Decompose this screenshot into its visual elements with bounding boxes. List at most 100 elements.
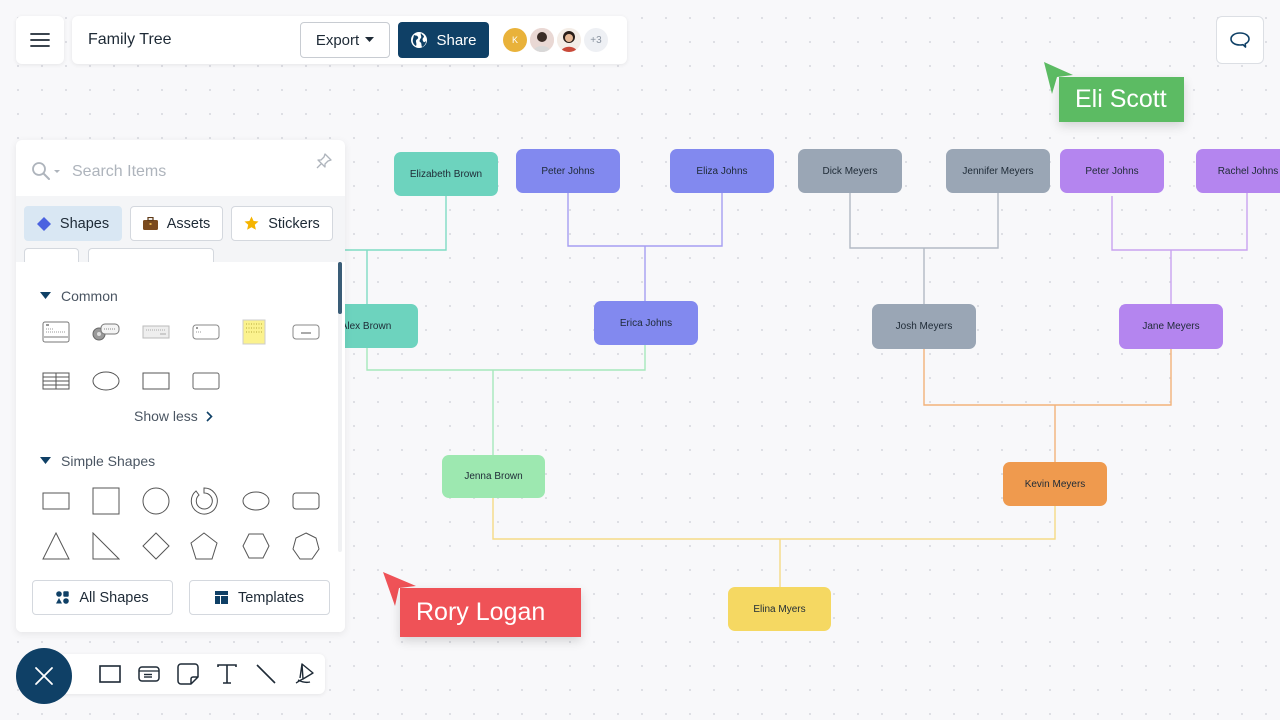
shape-donut[interactable] bbox=[184, 485, 224, 517]
node-josh-meyers[interactable]: Josh Meyers bbox=[872, 304, 976, 349]
shape-pentagon[interactable] bbox=[184, 530, 224, 562]
sticky-note-icon bbox=[177, 663, 199, 685]
shape-rounded-rectangle[interactable] bbox=[186, 365, 226, 397]
close-tools-button[interactable] bbox=[16, 648, 72, 704]
cursor-label-rory-logan: Rory Logan bbox=[400, 588, 581, 637]
close-icon bbox=[35, 667, 53, 685]
top-bar: Family Tree Export Share K +3 bbox=[72, 16, 627, 64]
avatar-collaborator-2[interactable] bbox=[530, 28, 554, 52]
shape-triangle[interactable] bbox=[36, 530, 76, 562]
connector-johns2-jane[interactable] bbox=[1111, 193, 1248, 304]
shape-table[interactable] bbox=[36, 365, 76, 397]
export-button[interactable]: Export bbox=[300, 22, 390, 58]
node-eliza-johns[interactable]: Eliza Johns bbox=[670, 149, 774, 193]
scrollbar-thumb[interactable] bbox=[338, 262, 342, 314]
shape-sticky-note[interactable] bbox=[234, 316, 274, 348]
comment-button[interactable] bbox=[1216, 16, 1264, 64]
shape-diamond[interactable] bbox=[136, 530, 176, 562]
cursor-label-eli-scott: Eli Scott bbox=[1059, 77, 1184, 122]
caret-down-icon bbox=[40, 292, 51, 299]
export-label: Export bbox=[315, 31, 360, 49]
node-kevin-meyers[interactable]: Kevin Meyers bbox=[1003, 462, 1107, 506]
connector-elizabeth-alex[interactable] bbox=[340, 196, 447, 304]
section-simple-shapes-header[interactable]: Simple Shapes bbox=[40, 453, 155, 469]
avatar-collaborator-3[interactable] bbox=[557, 28, 581, 52]
node-jennifer-meyers[interactable]: Jennifer Meyers bbox=[946, 149, 1050, 193]
comment-icon bbox=[1230, 32, 1250, 48]
panel-body: Common Show less Simple Shapes bbox=[16, 262, 345, 632]
shape-button[interactable] bbox=[286, 316, 326, 348]
all-shapes-label: All Shapes bbox=[79, 589, 149, 606]
shapes-panel: Shapes Assets Stickers Common bbox=[16, 140, 345, 632]
node-dick-meyers[interactable]: Dick Meyers bbox=[798, 149, 902, 193]
search-icon[interactable] bbox=[31, 161, 63, 186]
tab-assets[interactable]: Assets bbox=[130, 206, 223, 241]
hamburger-icon bbox=[30, 33, 50, 47]
section-simple-shapes-title: Simple Shapes bbox=[61, 453, 156, 469]
connector-johns-erica[interactable] bbox=[567, 193, 723, 301]
node-elizabeth-brown[interactable]: Elizabeth Brown bbox=[394, 152, 498, 196]
tab-assets-label: Assets bbox=[166, 215, 211, 232]
more-collaborators-badge[interactable]: +3 bbox=[584, 28, 608, 52]
connector-meyers-josh[interactable] bbox=[849, 193, 999, 304]
section-common-header[interactable]: Common bbox=[40, 288, 118, 304]
shape-square[interactable] bbox=[86, 485, 126, 517]
shape-callout[interactable] bbox=[86, 316, 126, 348]
menu-button[interactable] bbox=[16, 16, 64, 64]
card-tool[interactable] bbox=[129, 654, 168, 694]
chevron-right-icon bbox=[206, 410, 213, 422]
connector-josh-jane-kevin[interactable] bbox=[923, 349, 1172, 462]
quick-tools-toolbar bbox=[56, 654, 325, 694]
globe-icon bbox=[411, 32, 428, 48]
shape-simple-rectangle[interactable] bbox=[36, 485, 76, 517]
template-icon bbox=[214, 591, 228, 604]
show-less-toggle[interactable]: Show less bbox=[134, 408, 213, 424]
line-icon bbox=[256, 664, 276, 684]
collaborator-avatars[interactable]: K +3 bbox=[503, 28, 611, 52]
all-shapes-button[interactable]: All Shapes bbox=[32, 580, 173, 615]
shape-rectangle[interactable] bbox=[136, 365, 176, 397]
rectangle-icon bbox=[98, 665, 121, 683]
node-peter-johns-2[interactable]: Peter Johns bbox=[1060, 149, 1164, 193]
shape-right-triangle[interactable] bbox=[86, 530, 126, 562]
tab-stickers[interactable]: Stickers bbox=[231, 206, 333, 241]
node-erica-johns[interactable]: Erica Johns bbox=[594, 301, 698, 345]
document-title[interactable]: Family Tree bbox=[88, 31, 300, 49]
section-common-title: Common bbox=[61, 288, 118, 304]
card-icon bbox=[138, 666, 160, 682]
tab-shapes[interactable]: Shapes bbox=[24, 206, 122, 241]
shape-keyboard[interactable] bbox=[136, 316, 176, 348]
text-icon bbox=[217, 664, 237, 684]
connector-jenna-kevin-elina[interactable] bbox=[492, 498, 1056, 587]
node-rachel-johns[interactable]: Rachel Johns bbox=[1196, 149, 1280, 193]
sticky-note-tool[interactable] bbox=[168, 654, 207, 694]
node-jenna-brown[interactable]: Jenna Brown bbox=[442, 455, 545, 498]
node-jane-meyers[interactable]: Jane Meyers bbox=[1119, 304, 1223, 349]
search-input[interactable] bbox=[72, 160, 302, 184]
shape-circle[interactable] bbox=[136, 485, 176, 517]
briefcase-icon bbox=[142, 217, 158, 230]
templates-button[interactable]: Templates bbox=[189, 580, 330, 615]
show-less-label: Show less bbox=[134, 408, 198, 424]
shape-hexagon[interactable] bbox=[236, 530, 276, 562]
line-tool[interactable] bbox=[247, 654, 286, 694]
shape-label[interactable] bbox=[186, 316, 226, 348]
node-elina-myers[interactable]: Elina Myers bbox=[728, 587, 831, 631]
shape-heptagon[interactable] bbox=[286, 530, 326, 562]
share-label: Share bbox=[436, 31, 477, 49]
pin-icon[interactable] bbox=[315, 152, 333, 175]
person-photo-icon bbox=[557, 28, 581, 52]
shape-simple-rounded-rectangle[interactable] bbox=[286, 485, 326, 517]
connector-alex-erica-jenna[interactable] bbox=[366, 345, 646, 455]
text-tool[interactable] bbox=[208, 654, 247, 694]
pen-tool[interactable] bbox=[286, 654, 325, 694]
shape-card[interactable] bbox=[36, 316, 76, 348]
rectangle-tool[interactable] bbox=[90, 654, 129, 694]
node-peter-johns[interactable]: Peter Johns bbox=[516, 149, 620, 193]
grid-icon bbox=[56, 591, 70, 604]
shape-ellipse[interactable] bbox=[86, 365, 126, 397]
avatar-k[interactable]: K bbox=[503, 28, 527, 52]
shape-simple-ellipse[interactable] bbox=[236, 485, 276, 517]
star-icon bbox=[244, 216, 259, 230]
share-button[interactable]: Share bbox=[398, 22, 489, 58]
